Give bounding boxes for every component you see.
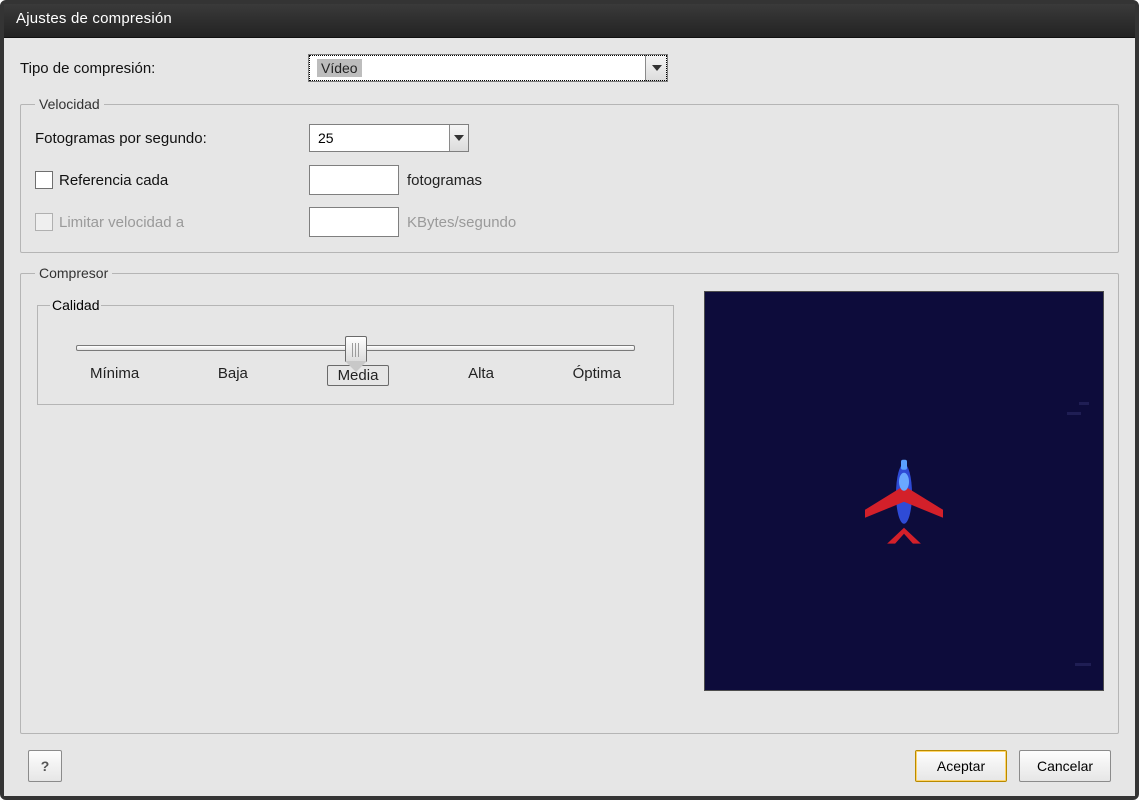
keyframe-checkbox[interactable] xyxy=(35,171,53,189)
compression-type-value: Vídeo xyxy=(309,60,645,76)
fps-row: Fotogramas por segundo: xyxy=(35,122,1104,154)
compressor-left: Calidad MínimaBajaMediaAltaÓptima xyxy=(35,291,676,691)
quality-tick: Óptima xyxy=(573,365,621,386)
quality-slider[interactable]: MínimaBajaMediaAltaÓptima xyxy=(50,323,661,386)
fps-label: Fotogramas por segundo: xyxy=(35,130,301,147)
limit-input xyxy=(310,214,398,230)
limit-row: Limitar velocidad a KBytes/segundo xyxy=(35,206,1104,238)
quality-tick: Mínima xyxy=(90,365,139,386)
airplane-icon xyxy=(861,448,947,544)
dialog-title: Ajustes de compresión xyxy=(4,4,1135,38)
keyframe-row: Referencia cada fotogramas xyxy=(35,164,1104,196)
compression-type-label: Tipo de compresión: xyxy=(20,60,300,77)
compression-type-combo[interactable]: Vídeo xyxy=(308,54,668,82)
keyframe-input-wrap xyxy=(309,165,399,195)
quality-tick: Baja xyxy=(218,365,248,386)
help-button[interactable]: ? xyxy=(28,750,62,782)
limit-label-wrap: Limitar velocidad a xyxy=(35,213,301,231)
limit-label: Limitar velocidad a xyxy=(59,214,184,231)
dialog-window: Ajustes de compresión Tipo de compresión… xyxy=(0,0,1139,800)
quality-legend: Calidad xyxy=(50,297,101,313)
ok-button[interactable]: Aceptar xyxy=(915,750,1007,782)
compressor-inner: Calidad MínimaBajaMediaAltaÓptima xyxy=(35,291,1104,691)
chevron-down-icon[interactable] xyxy=(449,125,468,151)
quality-track xyxy=(76,345,635,351)
limit-input-wrap xyxy=(309,207,399,237)
quality-group: Calidad MínimaBajaMediaAltaÓptima xyxy=(37,297,674,405)
fps-combo[interactable] xyxy=(309,124,469,152)
limit-checkbox xyxy=(35,213,53,231)
keyframe-label: Referencia cada xyxy=(59,172,168,189)
dialog-client: Tipo de compresión: Vídeo Velocidad Foto… xyxy=(4,38,1135,796)
preview-pane xyxy=(704,291,1104,691)
chevron-down-icon[interactable] xyxy=(645,55,667,81)
speed-legend: Velocidad xyxy=(35,96,104,112)
speed-group: Velocidad Fotogramas por segundo: Refere… xyxy=(20,96,1119,253)
dialog-button-bar: ? Aceptar Cancelar xyxy=(20,734,1119,796)
keyframe-suffix: fotogramas xyxy=(407,172,482,189)
cancel-button[interactable]: Cancelar xyxy=(1019,750,1111,782)
quality-tick: Alta xyxy=(468,365,494,386)
compression-type-row: Tipo de compresión: Vídeo xyxy=(20,52,1119,84)
quality-thumb[interactable] xyxy=(345,336,367,362)
limit-suffix: KBytes/segundo xyxy=(407,214,516,231)
keyframe-input[interactable] xyxy=(310,172,398,188)
keyframe-label-wrap: Referencia cada xyxy=(35,171,301,189)
compressor-legend: Compresor xyxy=(35,265,112,281)
compressor-group: Compresor Calidad MínimaBajaMediaAltaÓpt… xyxy=(20,265,1119,734)
fps-input[interactable] xyxy=(310,130,449,146)
